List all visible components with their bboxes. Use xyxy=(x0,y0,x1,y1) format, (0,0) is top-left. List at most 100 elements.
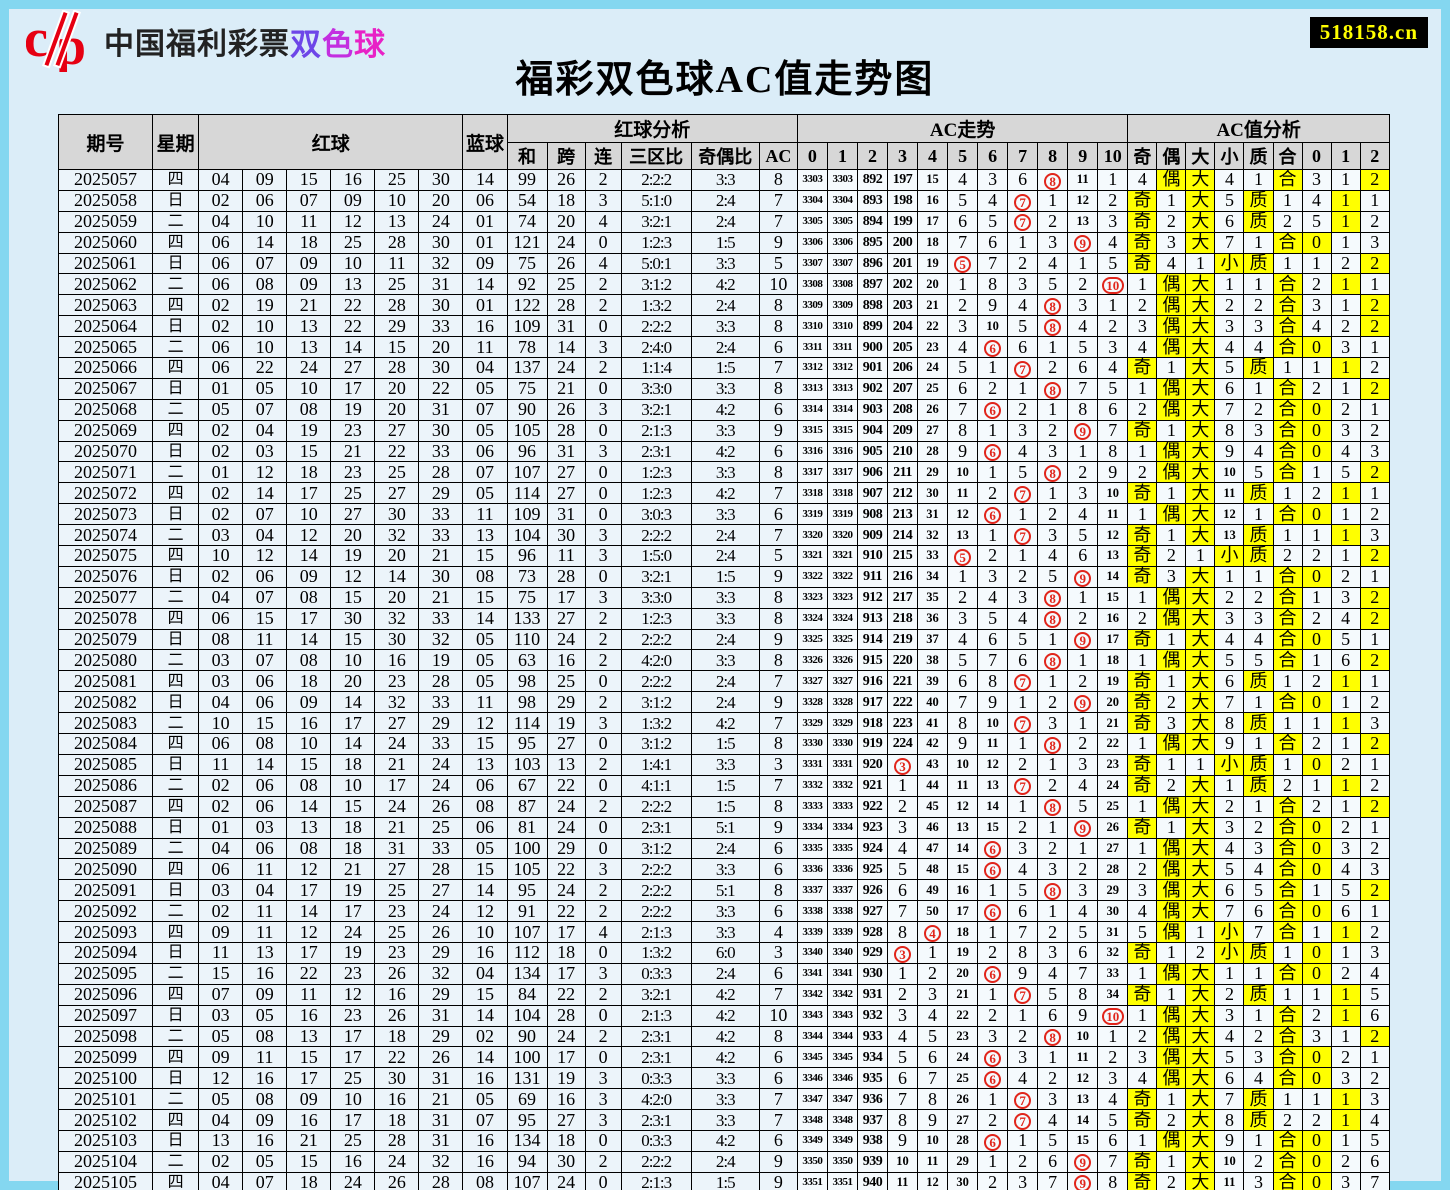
week-cell: 日 xyxy=(152,377,200,400)
red-ball: 20 xyxy=(330,670,376,693)
issue-cell: 2025087 xyxy=(57,795,154,818)
red-ball: 07 xyxy=(242,398,288,421)
trend-cell: 18 xyxy=(1097,649,1129,672)
analysis-cell: 2 xyxy=(1359,315,1391,338)
analysis-cell: 5 xyxy=(1214,649,1245,672)
trend-cell: 3 xyxy=(1097,336,1129,359)
sum-cell: 78 xyxy=(506,336,548,359)
issue-cell: 2025101 xyxy=(57,1088,154,1111)
analysis-cell: 1 xyxy=(1156,753,1187,776)
red-ball: 27 xyxy=(330,357,376,379)
span-cell: 29 xyxy=(546,691,586,714)
trend-cell: 217 xyxy=(886,586,919,609)
analysis-cell: 1 xyxy=(1359,565,1391,588)
red-ball: 18 xyxy=(286,461,332,484)
trend-col-header: 9 xyxy=(1067,142,1099,170)
sum-cell: 104 xyxy=(506,1004,548,1027)
draw-row: 2025091 日 03 04 17 19 25 27 14 95 24 2 2:2:2 5:1 8 3337… xyxy=(57,879,1391,902)
analysis-cell: 奇 xyxy=(1127,1088,1158,1111)
trend-cell: 3340 xyxy=(826,941,858,964)
analysis-cell: 大 xyxy=(1185,210,1216,233)
analysis-cell: 8 xyxy=(1214,1109,1245,1131)
analysis-cell: 1 xyxy=(1330,189,1361,212)
draw-row: 2025058 日 02 06 07 09 10 20 06 54 18 3 5:1:0 2:4 7 3304… xyxy=(57,189,1391,212)
analysis-cell: 1 xyxy=(1185,252,1216,275)
trend-cell: 213 xyxy=(886,503,919,526)
col-header-week: 星期 xyxy=(152,114,200,170)
analysis-cell: 2 xyxy=(1359,1025,1391,1048)
analysis-col-header: 0 xyxy=(1301,142,1332,170)
span-cell: 24 xyxy=(546,231,586,254)
trend-cell: 4 xyxy=(1007,440,1039,463)
analysis-cell: 0 xyxy=(1301,231,1332,254)
analysis-cell: 大 xyxy=(1185,1109,1216,1131)
analysis-cell: 1 xyxy=(1127,649,1158,672)
odd-even-cell: 4:2 xyxy=(690,1129,760,1152)
analysis-cell: 1 xyxy=(1301,774,1332,797)
trend-cell: 935 xyxy=(856,1067,888,1090)
red-ball: 28 xyxy=(418,461,464,484)
ac-cell: 9 xyxy=(758,628,798,651)
trend-cell: 12 xyxy=(947,795,979,818)
trend-cell: 3339 xyxy=(826,921,858,943)
trend-cell: 927 xyxy=(856,900,888,923)
trend-cell: 931 xyxy=(856,983,888,1006)
analysis-cell: 1 xyxy=(1214,962,1245,985)
trend-cell: 3 xyxy=(1037,941,1069,964)
analysis-cell: 1 xyxy=(1330,231,1361,254)
week-cell: 二 xyxy=(152,900,200,923)
ac-cell: 6 xyxy=(758,1129,798,1152)
trend-cell: 1 xyxy=(1037,900,1069,923)
blue-ball: 02 xyxy=(462,1025,508,1048)
blue-ball: 06 xyxy=(462,440,508,463)
sum-cell: 90 xyxy=(506,398,548,421)
red-ball: 20 xyxy=(374,545,420,567)
trend-cell: 6 xyxy=(1007,900,1039,923)
red-ball: 26 xyxy=(374,1171,420,1190)
red-ball: 12 xyxy=(242,545,288,567)
draw-row: 2025090 四 06 11 12 21 27 28 15 105 22 3 2:2:2 3:3 6 333… xyxy=(57,858,1391,881)
trend-cell: 921 xyxy=(856,774,888,797)
consec-cell: 2 xyxy=(584,169,622,191)
trend-cell: 5 xyxy=(1067,336,1099,359)
span-cell: 16 xyxy=(546,649,586,672)
red-ball: 17 xyxy=(286,879,332,902)
red-ball: 10 xyxy=(198,545,244,567)
analysis-cell: 偶 xyxy=(1156,503,1187,526)
trend-cell: 896 xyxy=(856,252,888,275)
trend-cell: 28 xyxy=(917,440,949,463)
blue-ball: 16 xyxy=(462,315,508,338)
analysis-cell: 奇 xyxy=(1127,712,1158,735)
red-ball: 02 xyxy=(198,294,244,317)
trend-cell: 9 xyxy=(977,294,1009,317)
trend-cell: 4 xyxy=(947,336,979,359)
analysis-cell: 大 xyxy=(1185,294,1216,317)
trend-cell: 2 xyxy=(1037,837,1069,860)
analysis-cell: 小 xyxy=(1214,545,1245,567)
consec-cell: 2 xyxy=(584,753,622,776)
span-cell: 18 xyxy=(546,189,586,212)
analysis-cell: 1 xyxy=(1330,503,1361,526)
trend-cell: 220 xyxy=(886,649,919,672)
ac-hit-circle: 3 xyxy=(894,757,911,775)
week-cell: 四 xyxy=(152,858,200,881)
col-header-red: 红球 xyxy=(198,114,464,170)
blue-ball: 06 xyxy=(462,774,508,797)
red-ball: 06 xyxy=(198,231,244,254)
trend-cell: 4 xyxy=(1067,315,1099,338)
trend-cell: 2 xyxy=(1067,607,1099,630)
trend-cell: 9 xyxy=(1067,628,1099,651)
trend-cell: 14 xyxy=(947,837,979,860)
red-ball: 23 xyxy=(330,1004,376,1027)
ac-hit-circle: 9 xyxy=(1074,1154,1092,1172)
analysis-cell: 1 xyxy=(1359,753,1391,776)
trend-cell: 8 xyxy=(886,1109,919,1131)
analysis-cell: 2 xyxy=(1359,503,1391,526)
analysis-cell: 1 xyxy=(1127,733,1158,755)
consec-cell: 2 xyxy=(584,691,622,714)
trend-cell: 4 xyxy=(1067,900,1099,923)
week-cell: 四 xyxy=(152,795,200,818)
analysis-cell: 0 xyxy=(1301,962,1332,985)
red-ball: 19 xyxy=(330,545,376,567)
analysis-cell: 7 xyxy=(1214,691,1245,714)
